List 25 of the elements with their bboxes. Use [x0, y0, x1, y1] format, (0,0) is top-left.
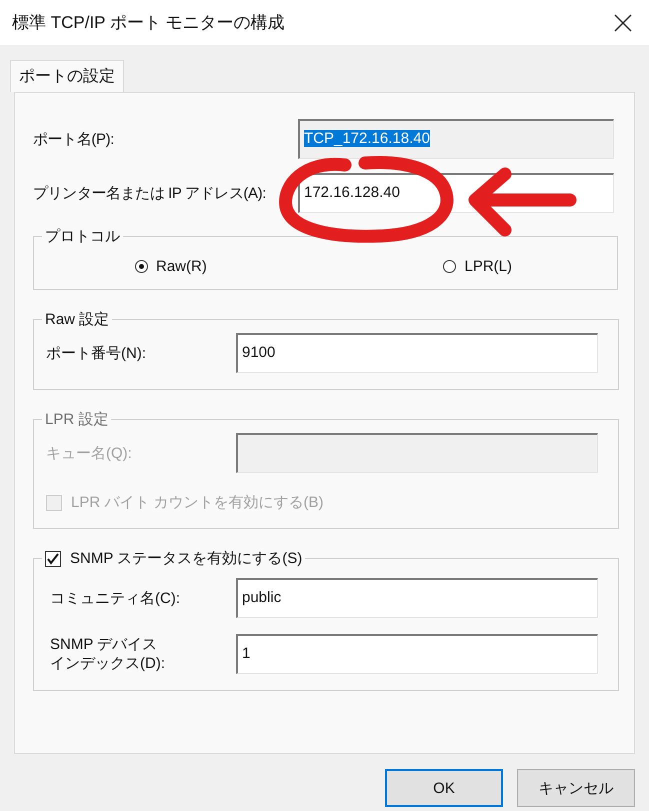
dialog-button[interactable]: キャンセル — [517, 769, 635, 807]
field-label: プリンター名または IP アドレス(A): — [33, 184, 267, 202]
field-label: ポート名(P): — [33, 130, 115, 148]
radio-button[interactable] — [135, 260, 148, 273]
window-title: 標準 TCP/IP ポート モニターの構成 — [12, 12, 285, 34]
tab[interactable]: ポートの設定 — [10, 60, 124, 92]
field-label: キュー名(Q): — [46, 444, 133, 462]
group-title: Raw 設定 — [44, 310, 110, 329]
input-field[interactable]: public — [236, 578, 598, 618]
input-field[interactable]: 9100 — [236, 333, 598, 373]
input-field[interactable]: 1 — [236, 634, 598, 674]
radio-option[interactable]: Raw(R) — [135, 258, 207, 275]
radio-button[interactable] — [443, 260, 456, 273]
group-title: LPR 設定 — [44, 410, 110, 429]
dialog-button[interactable]: OK — [385, 769, 503, 807]
radio-option[interactable]: LPR(L) — [443, 258, 512, 275]
field-label: ポート番号(N): — [46, 344, 147, 362]
checkbox[interactable] — [45, 550, 61, 566]
field-label: SNMP デバイス — [50, 634, 158, 654]
field-label: コミュニティ名(C): — [49, 588, 181, 608]
input-field[interactable]: TCP_172.16.18.40 — [298, 119, 614, 159]
field-label: インデックス(D): — [50, 654, 166, 674]
group-title: プロトコル — [44, 227, 121, 246]
checkbox-option[interactable]: SNMP ステータスを有効にする(S) — [45, 549, 302, 568]
close-icon[interactable] — [613, 12, 633, 32]
